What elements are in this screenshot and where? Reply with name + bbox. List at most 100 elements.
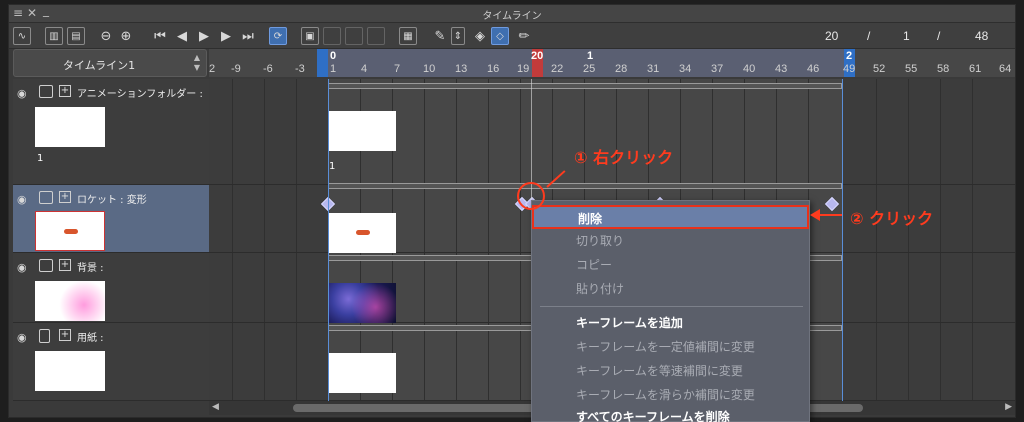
- ruler-tick: 1: [330, 63, 337, 75]
- scroll-right-icon[interactable]: ▶: [1005, 402, 1012, 412]
- prev-frame-icon[interactable]: ◀: [173, 27, 191, 45]
- draw-icon[interactable]: ✏: [515, 27, 533, 45]
- start-marker-label: 0: [330, 50, 337, 62]
- frame-ruler[interactable]: 0 20 1 2 2 -9 -6 -3 1 4 7 10 13 16 19 22…: [209, 49, 1015, 77]
- ruler-tick: 43: [775, 63, 788, 75]
- cel-c-icon[interactable]: [367, 27, 385, 45]
- ruler-tick: 25: [583, 63, 596, 75]
- menu-item-delete[interactable]: 削除: [532, 205, 809, 229]
- range-bar[interactable]: [328, 183, 842, 189]
- layer-row-animation-folder[interactable]: ◉ + アニメーションフォルダー : 1 : セル 1: [13, 79, 209, 185]
- first-frame-icon[interactable]: ⏮: [151, 27, 169, 45]
- keyframe-interp-icon[interactable]: ⇕: [451, 27, 465, 45]
- menu-item-copy[interactable]: コピー: [532, 253, 809, 277]
- timeline-selector[interactable]: タイムライン1 ▲ ▼: [13, 49, 207, 77]
- menu-item-add-keyframe[interactable]: キーフレームを追加: [532, 311, 809, 335]
- annotation-step2: ② クリック: [850, 209, 934, 228]
- timeline-name: タイムライン1: [62, 59, 136, 72]
- cel-number: 1: [37, 153, 44, 164]
- camera-icon[interactable]: ◈: [471, 27, 489, 45]
- expand-icon[interactable]: +: [59, 259, 71, 271]
- playhead-label: 20: [531, 50, 544, 62]
- cel-a-icon[interactable]: [323, 27, 341, 45]
- background-cel[interactable]: [328, 283, 396, 323]
- ruler-tick: -9: [231, 63, 241, 75]
- end-boundary: [842, 79, 843, 401]
- image-icon: [39, 259, 53, 272]
- expand-icon[interactable]: +: [59, 329, 71, 341]
- next-frame-icon[interactable]: ▶: [217, 27, 235, 45]
- expand-icon[interactable]: +: [59, 191, 71, 203]
- ruler-tick: 4: [361, 63, 368, 75]
- loop-icon[interactable]: ⟳: [269, 27, 287, 45]
- current-frame: 20: [825, 29, 839, 43]
- chevron-updown-icon[interactable]: ▲ ▼: [194, 53, 200, 73]
- cel-b-icon[interactable]: [345, 27, 363, 45]
- menu-item-linear-interp[interactable]: キーフレームを等速補間に変更: [532, 359, 809, 383]
- play-icon[interactable]: ▶: [195, 27, 213, 45]
- ruler-tick: 19: [517, 63, 530, 75]
- page-number: 1: [903, 29, 910, 43]
- image-icon: [39, 191, 53, 204]
- context-menu: 削除 切り取り コピー 貼り付け キーフレームを追加 キーフレームを一定値補間に…: [531, 200, 810, 422]
- counter-sep: /: [867, 29, 871, 43]
- export-icon[interactable]: ▤: [67, 27, 85, 45]
- rocket-cel[interactable]: [328, 213, 396, 253]
- menu-item-cut[interactable]: 切り取り: [532, 229, 809, 253]
- ruler-tick: 61: [969, 63, 982, 75]
- eye-icon[interactable]: ◉: [17, 261, 27, 274]
- ruler-tick: -6: [263, 63, 273, 75]
- annotation-circle: [517, 182, 545, 210]
- zoom-in-icon[interactable]: ⊕: [117, 27, 135, 45]
- panel-titlebar: ≡ ✕ _ タイムライン: [9, 3, 1015, 23]
- scroll-left-icon[interactable]: ◀: [212, 402, 219, 412]
- ruler-tick: 40: [743, 63, 756, 75]
- layer-row-paper[interactable]: ◉ + 用紙 :: [13, 323, 209, 401]
- ruler-tick: 31: [647, 63, 660, 75]
- end-marker-label: 2: [846, 50, 853, 62]
- eye-icon[interactable]: ◉: [17, 331, 27, 344]
- ruler-tick: 37: [711, 63, 724, 75]
- eye-icon[interactable]: ◉: [17, 193, 27, 206]
- onion-skin-icon[interactable]: ▦: [399, 27, 417, 45]
- ruler-tick: 64: [999, 63, 1012, 75]
- ruler-tick: 16: [487, 63, 500, 75]
- ruler-tick: 28: [615, 63, 628, 75]
- keyframe-mode-icon[interactable]: ✎: [431, 27, 449, 45]
- layer-list: ◉ + アニメーションフォルダー : 1 : セル 1 ◉ + ロケット : 変…: [13, 79, 209, 401]
- menu-item-delete-all-keyframes[interactable]: すべてのキーフレームを削除: [532, 405, 809, 422]
- rocket-thumbnail: [35, 211, 105, 251]
- annotation-step1: ① 右クリック: [574, 148, 674, 167]
- menu-item-paste[interactable]: 貼り付け: [532, 277, 809, 301]
- timeline-toolbar: ∿ ▥ ▤ ⊖ ⊕ ⏮ ◀ ▶ ▶ ⏭ ⟳ ▣ ▦ ✎ ⇕ ◈ ◇ ✏ 20 /…: [9, 23, 1015, 49]
- ruler-tick: -3: [295, 63, 305, 75]
- range-bar[interactable]: [328, 83, 842, 89]
- menu-item-smooth-interp[interactable]: キーフレームを滑らか補間に変更: [532, 383, 809, 407]
- keyframe-enable-icon[interactable]: ◇: [491, 27, 509, 45]
- arrowhead: [810, 209, 820, 221]
- layer-name: 用紙 :: [77, 333, 104, 344]
- ruler-tick: 58: [937, 63, 950, 75]
- last-frame-icon[interactable]: ⏭: [239, 27, 257, 45]
- ruler-tick: 10: [423, 63, 436, 75]
- menu-separator: [540, 306, 803, 307]
- new-cel-icon[interactable]: ▣: [301, 27, 319, 45]
- paper-cel[interactable]: [328, 353, 396, 393]
- eye-icon[interactable]: ◉: [17, 87, 27, 100]
- folder-icon: [39, 85, 53, 98]
- layer-thumbnail: [35, 107, 105, 147]
- marker-one-label: 1: [587, 50, 594, 62]
- cel-label: 1: [329, 161, 336, 172]
- expand-icon[interactable]: +: [59, 85, 71, 97]
- cel-block[interactable]: [328, 111, 396, 151]
- ruler-tick: 7: [394, 63, 401, 75]
- graph-editor-icon[interactable]: ∿: [13, 27, 31, 45]
- start-boundary: [328, 79, 329, 401]
- layer-row-background[interactable]: ◉ + 背景 :: [13, 253, 209, 323]
- layer-row-rocket[interactable]: ◉ + ロケット : 変形: [13, 185, 209, 253]
- zoom-out-icon[interactable]: ⊖: [97, 27, 115, 45]
- ruler-tick: 55: [905, 63, 918, 75]
- menu-item-constant-interp[interactable]: キーフレームを一定値補間に変更: [532, 335, 809, 359]
- new-timeline-icon[interactable]: ▥: [45, 27, 63, 45]
- start-marker[interactable]: [317, 49, 328, 77]
